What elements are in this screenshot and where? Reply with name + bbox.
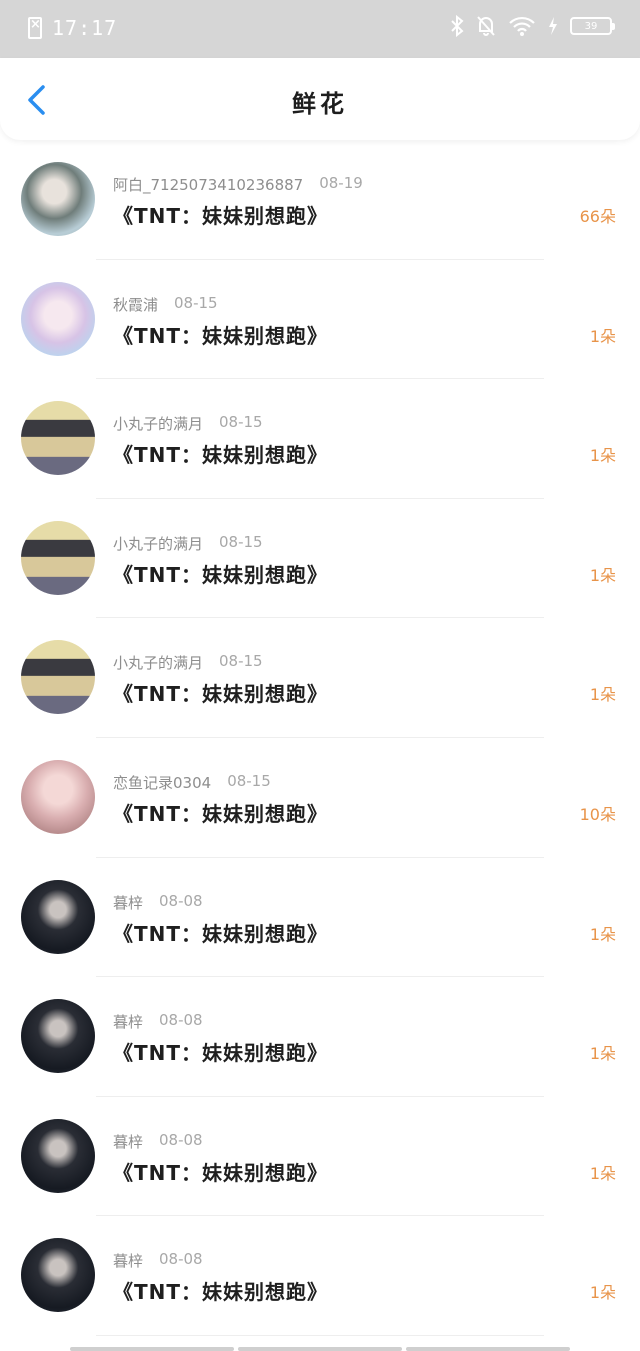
avatar[interactable]	[21, 640, 95, 715]
book-title[interactable]: 《TNT：妹妹别想跑》	[113, 918, 328, 947]
book-title[interactable]: 《TNT：妹妹别想跑》	[113, 559, 328, 588]
flower-count: 1朵	[589, 1283, 616, 1303]
avatar[interactable]	[21, 281, 95, 356]
flower-count: 1朵	[589, 924, 616, 944]
book-title[interactable]: 《TNT：妹妹别想跑》	[113, 1037, 328, 1066]
bluetooth-icon	[451, 15, 464, 37]
flower-count: 1朵	[589, 446, 616, 466]
date: 08-08	[159, 1250, 203, 1269]
item-meta: 暮梓 08-08	[113, 892, 203, 913]
avatar[interactable]	[21, 520, 95, 595]
flower-list: 阿白_7125073410236887 08-19 《TNT：妹妹别想跑》 66朵秋霞…	[0, 140, 640, 1336]
username[interactable]: 恋鱼记录0304	[113, 772, 211, 793]
list-item[interactable]: 小丸子的满月 08-15 《TNT：妹妹别想跑》 1朵	[0, 499, 640, 619]
flower-count: 1朵	[589, 326, 616, 346]
book-title[interactable]: 《TNT：妹妹别想跑》	[113, 320, 328, 349]
flower-count: 1朵	[589, 1163, 616, 1183]
date: 08-15	[219, 413, 263, 432]
list-item[interactable]: 暮梓 08-08 《TNT：妹妹别想跑》 1朵	[0, 1097, 640, 1217]
list-item[interactable]: 秋霞浦 08-15 《TNT：妹妹别想跑》 1朵	[0, 260, 640, 380]
avatar[interactable]	[21, 759, 95, 834]
status-time: 17:17	[52, 16, 118, 40]
date: 08-08	[159, 1011, 203, 1030]
avatar[interactable]	[21, 1238, 95, 1313]
username[interactable]: 暮梓	[113, 1250, 143, 1271]
item-meta: 秋霞浦 08-15	[113, 294, 218, 315]
book-title[interactable]: 《TNT：妹妹别想跑》	[113, 678, 328, 707]
username[interactable]: 阿白_7125073410236887	[113, 174, 303, 195]
page-title: 鲜花	[292, 90, 348, 118]
book-title[interactable]: 《TNT：妹妹别想跑》	[113, 798, 328, 827]
battery-icon: 39	[570, 17, 615, 35]
flower-count: 1朵	[589, 1044, 616, 1064]
battery-level: 39	[584, 20, 598, 32]
flower-count: 1朵	[589, 685, 616, 705]
flower-count: 66朵	[579, 207, 616, 226]
username[interactable]: 小丸子的满月	[113, 413, 203, 434]
date: 08-15	[219, 652, 263, 671]
item-meta: 暮梓 08-08	[113, 1011, 203, 1032]
wifi-icon	[509, 16, 535, 36]
username[interactable]: 小丸子的满月	[113, 652, 203, 673]
avatar[interactable]	[21, 162, 95, 236]
username[interactable]: 小丸子的满月	[113, 533, 203, 554]
avatar[interactable]	[21, 879, 95, 954]
flower-count: 10朵	[579, 804, 616, 824]
list-item[interactable]: 暮梓 08-08 《TNT：妹妹别想跑》 1朵	[0, 858, 640, 978]
date: 08-19	[319, 174, 363, 192]
date: 08-15	[219, 532, 263, 551]
list-item[interactable]: 小丸子的满月 08-15 《TNT：妹妹别想跑》 1朵	[0, 379, 640, 499]
list-item[interactable]: 暮梓 08-08 《TNT：妹妹别想跑》 1朵	[0, 1216, 640, 1336]
date: 08-15	[227, 771, 271, 790]
item-meta: 小丸子的满月 08-15	[113, 413, 263, 434]
date: 08-15	[174, 293, 218, 312]
item-meta: 阿白_7125073410236887 08-19	[113, 174, 363, 195]
item-meta: 暮梓 08-08	[113, 1131, 203, 1152]
username[interactable]: 暮梓	[113, 1131, 143, 1152]
status-bar: 17:17 39	[0, 0, 640, 58]
username[interactable]: 暮梓	[113, 1011, 143, 1032]
date: 08-08	[159, 1130, 203, 1149]
list-item[interactable]: 阿白_7125073410236887 08-19 《TNT：妹妹别想跑》 66朵	[0, 140, 640, 260]
book-title[interactable]: 《TNT：妹妹别想跑》	[113, 1157, 328, 1186]
mute-bell-icon	[477, 16, 495, 36]
avatar[interactable]	[21, 1118, 95, 1193]
sim-card-icon	[28, 17, 42, 39]
item-meta: 恋鱼记录0304 08-15	[113, 772, 271, 793]
avatar[interactable]	[21, 401, 95, 476]
list-item[interactable]: 暮梓 08-08 《TNT：妹妹别想跑》 1朵	[0, 977, 640, 1097]
item-meta: 小丸子的满月 08-15	[113, 652, 263, 673]
book-title[interactable]: 《TNT：妹妹别想跑》	[113, 439, 328, 468]
divider	[96, 1334, 544, 1336]
list-item[interactable]: 小丸子的满月 08-15 《TNT：妹妹别想跑》 1朵	[0, 618, 640, 738]
item-meta: 小丸子的满月 08-15	[113, 533, 263, 554]
charging-icon	[549, 17, 557, 35]
flower-count: 1朵	[589, 565, 616, 585]
date: 08-08	[159, 891, 203, 910]
bottom-indicator	[70, 1347, 570, 1351]
list-item[interactable]: 恋鱼记录0304 08-15 《TNT：妹妹别想跑》 10朵	[0, 738, 640, 858]
book-title[interactable]: 《TNT：妹妹别想跑》	[113, 200, 328, 229]
item-meta: 暮梓 08-08	[113, 1250, 203, 1271]
username[interactable]: 秋霞浦	[113, 294, 158, 315]
avatar[interactable]	[21, 999, 95, 1074]
nav-bar: 鲜花	[0, 58, 640, 140]
book-title[interactable]: 《TNT：妹妹别想跑》	[113, 1276, 328, 1305]
username[interactable]: 暮梓	[113, 892, 143, 913]
